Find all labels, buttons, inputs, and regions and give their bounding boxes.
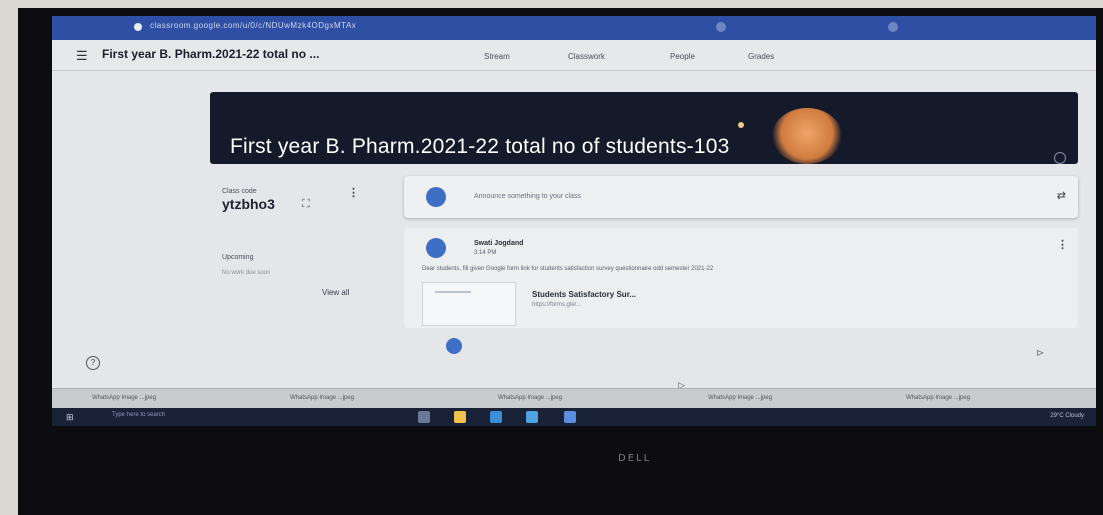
post-author: Swati Jogdand — [474, 240, 524, 247]
tab-grades[interactable]: Grades — [748, 52, 774, 61]
classroom-header: ☰ First year B. Pharm.2021-22 total no .… — [52, 40, 1096, 71]
store-icon[interactable] — [526, 411, 538, 423]
class-code-more-icon[interactable]: ⋮ — [348, 186, 359, 199]
download-item[interactable]: WhatsApp Image ...jpeg — [906, 395, 970, 401]
laptop-brand-logo: DELL — [618, 453, 652, 464]
post-time: 3:14 PM — [474, 250, 497, 256]
class-code: ytzbho3 — [222, 196, 275, 212]
download-item[interactable]: WhatsApp Image ...jpeg — [498, 395, 562, 401]
post-body: Dear students, fill given Google form li… — [422, 266, 714, 272]
class-info-sidebar: Class code ⋮ ytzbho3 ⛶ Upcoming No work … — [210, 176, 378, 326]
browser-address-bar[interactable]: classroom.google.com/u/0/c/NDUwMzk4ODgxM… — [52, 16, 1096, 40]
tab-stream[interactable]: Stream — [484, 52, 510, 61]
url-text[interactable]: classroom.google.com/u/0/c/NDUwMzk4ODgxM… — [150, 21, 356, 30]
tab-people[interactable]: People — [670, 52, 695, 61]
tab-classwork[interactable]: Classwork — [568, 52, 605, 61]
class-banner: First year B. Pharm.2021-22 total no of … — [210, 92, 1078, 164]
banner-illustration — [772, 108, 842, 164]
download-item[interactable]: WhatsApp Image ...jpeg — [92, 395, 156, 401]
attachment-title[interactable]: Students Satisfactory Sur... — [532, 290, 636, 299]
avatar — [426, 187, 446, 207]
menu-icon[interactable]: ☰ — [76, 48, 88, 64]
task-view-icon[interactable] — [418, 411, 430, 423]
attachment-url[interactable]: https://forms.gle/... — [532, 302, 581, 308]
edge-icon[interactable] — [490, 411, 502, 423]
laptop-frame: classroom.google.com/u/0/c/NDUwMzk4ODgxM… — [18, 8, 1103, 515]
download-item[interactable]: WhatsApp Image ...jpeg — [290, 395, 354, 401]
windows-taskbar: ⊞ Type here to search 29°C Cloudy — [52, 408, 1096, 426]
file-explorer-icon[interactable] — [454, 411, 466, 423]
banner-decoration — [738, 122, 744, 128]
laptop-screen: classroom.google.com/u/0/c/NDUwMzk4ODgxM… — [52, 16, 1096, 408]
downloads-bar: WhatsApp Image ...jpeg WhatsApp Image ..… — [52, 388, 1096, 408]
class-code-label: Class code — [222, 188, 257, 195]
post-more-icon[interactable]: ⋮ — [1057, 238, 1068, 251]
upcoming-text: No work due soon — [222, 270, 271, 276]
extension-icon[interactable] — [716, 22, 726, 32]
mail-icon[interactable] — [564, 411, 576, 423]
site-info-icon[interactable] — [134, 23, 142, 31]
windows-start-icon[interactable]: ⊞ — [66, 412, 74, 423]
system-tray[interactable]: 29°C Cloudy — [1050, 413, 1084, 419]
stream-post: Swati Jogdand 3:14 PM ⋮ Dear students, f… — [404, 228, 1078, 328]
class-title[interactable]: First year B. Pharm.2021-22 total no ... — [102, 47, 319, 61]
fullscreen-icon[interactable]: ⛶ — [302, 198, 310, 211]
info-icon[interactable] — [1054, 152, 1066, 164]
announce-placeholder[interactable]: Announce something to your class — [474, 193, 581, 200]
download-item[interactable]: WhatsApp Image ...jpeg — [708, 395, 772, 401]
attachment-thumbnail[interactable] — [422, 282, 516, 326]
author-avatar — [426, 238, 446, 258]
upcoming-label: Upcoming — [222, 254, 254, 261]
profile-icon[interactable] — [888, 22, 898, 32]
taskbar-search-input[interactable]: Type here to search — [112, 412, 165, 418]
banner-title: First year B. Pharm.2021-22 total no of … — [230, 135, 730, 158]
send-icon[interactable]: ⊳ — [1036, 348, 1044, 359]
repost-icon[interactable]: ⇄ — [1057, 189, 1066, 202]
view-all-link[interactable]: View all — [322, 288, 349, 297]
comment-avatar — [446, 338, 462, 354]
help-icon[interactable]: ? — [86, 356, 100, 370]
announce-box[interactable]: Announce something to your class ⇄ — [404, 176, 1078, 218]
